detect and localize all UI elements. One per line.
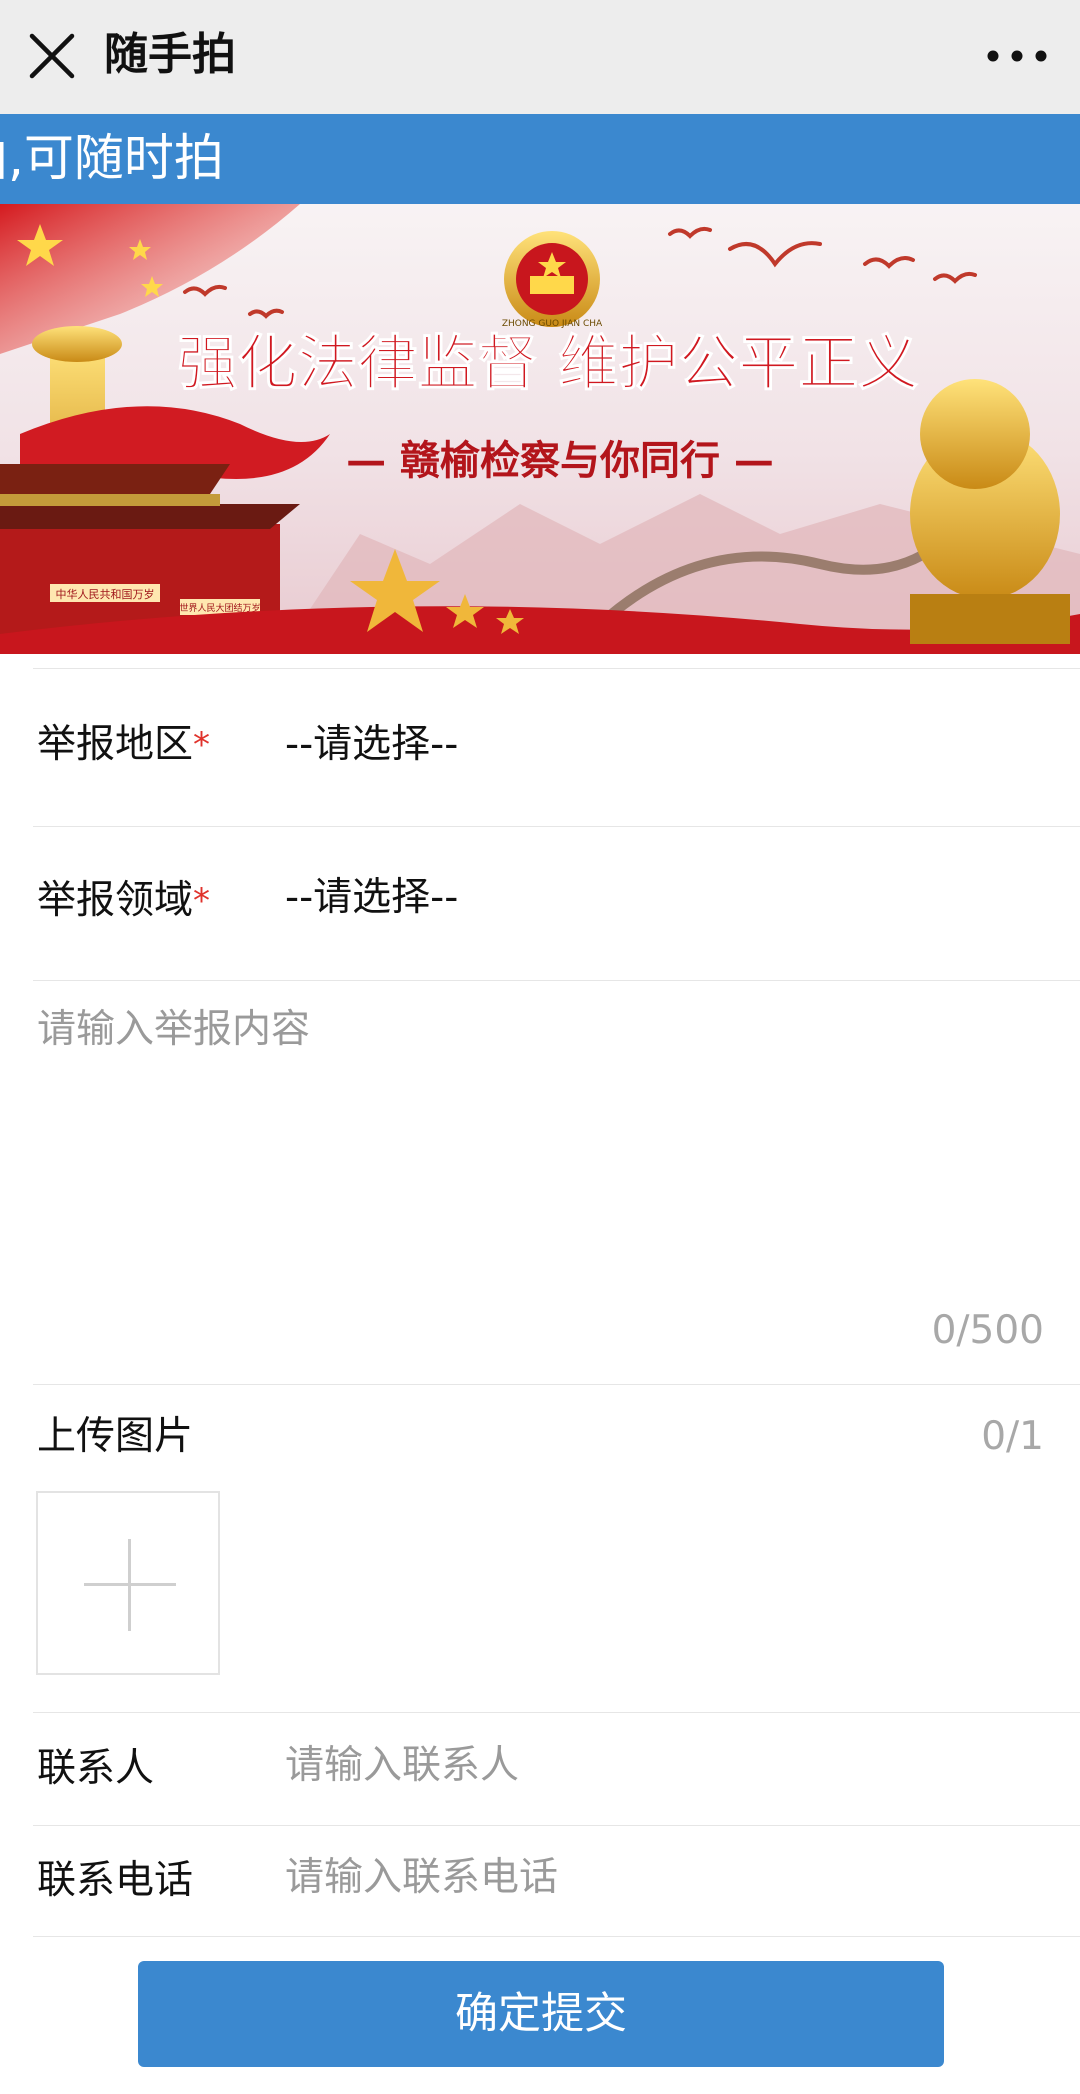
divider — [33, 980, 1080, 981]
page-title: 随手拍 — [104, 29, 236, 80]
plus-icon-stroke — [128, 1539, 131, 1631]
upload-label: 上传图片 — [37, 1414, 194, 1459]
banner-subline: — 赣榆检察与你同行 — — [346, 437, 774, 484]
marquee-text: 拍,可随时拍 — [0, 129, 224, 187]
close-icon[interactable] — [22, 26, 82, 86]
phone-input[interactable]: 请输入联系电话 — [285, 1853, 558, 1903]
required-mark: * — [193, 725, 211, 765]
field-label: 举报领域* — [37, 878, 211, 923]
divider — [33, 826, 1080, 827]
notice-marquee: 拍,可随时拍 — [0, 114, 1080, 204]
region-label: 举报地区* — [37, 722, 211, 767]
upload-counter: 0/1 — [981, 1414, 1044, 1459]
divider — [33, 1936, 1080, 1937]
field-select-value[interactable]: --请选择-- — [285, 873, 458, 923]
contact-input[interactable]: 请输入联系人 — [285, 1741, 519, 1791]
more-options-icon[interactable] — [984, 36, 1050, 76]
banner-image: ZHONG GUO JIAN CHA 中华人民共和国万岁 世界人民大团结万岁 强… — [0, 204, 1080, 654]
required-mark: * — [193, 881, 211, 921]
emblem-text: ZHONG GUO JIAN CHA — [502, 319, 603, 329]
divider — [33, 1712, 1080, 1713]
phone-label: 联系电话 — [37, 1858, 194, 1903]
contact-label: 联系人 — [37, 1746, 155, 1791]
upload-image-button[interactable] — [36, 1491, 220, 1675]
gate-sign-left: 中华人民共和国万岁 — [56, 587, 155, 601]
nav-bar: 随手拍 — [0, 0, 1080, 115]
divider — [33, 1384, 1080, 1385]
submit-button[interactable]: 确定提交 — [138, 1961, 944, 2067]
region-select-value[interactable]: --请选择-- — [285, 720, 458, 770]
content-char-counter: 0/500 — [931, 1308, 1044, 1353]
divider — [33, 1825, 1080, 1826]
banner-headline: 强化法律监督 维护公平正义 — [178, 329, 919, 399]
report-content-textarea[interactable]: 请输入举报内容 — [37, 1005, 310, 1055]
divider — [33, 668, 1080, 669]
